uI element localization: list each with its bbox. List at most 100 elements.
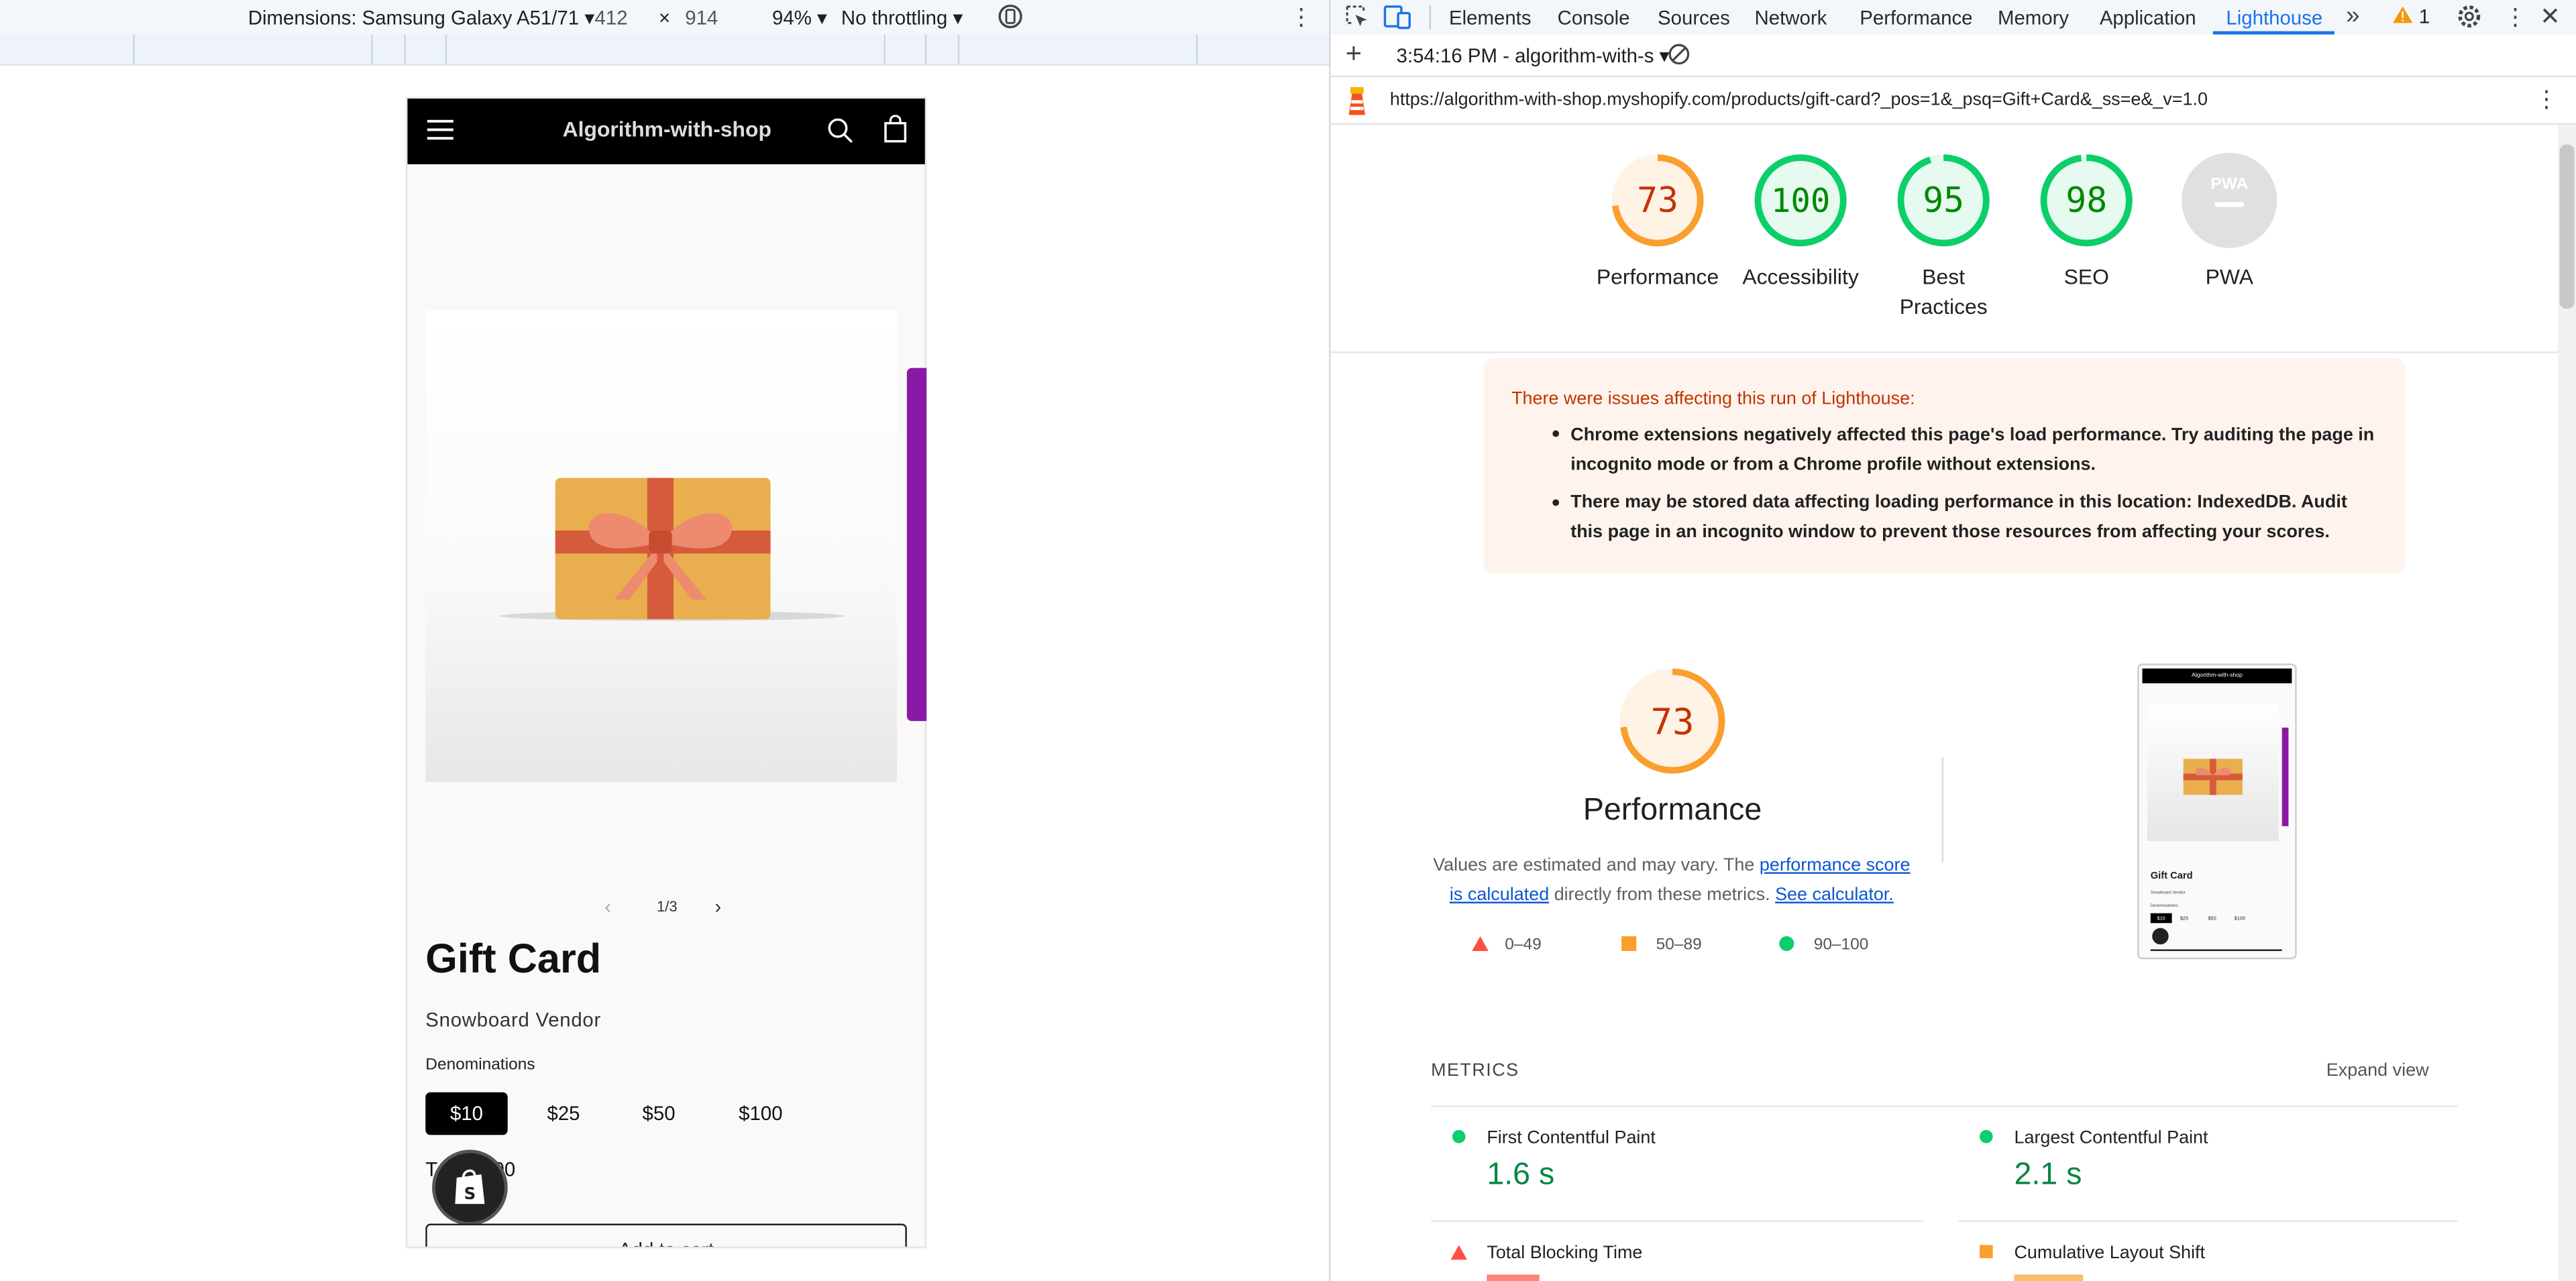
shopify-chat-button[interactable]: S [432, 1150, 508, 1225]
metrics-heading: METRICS [1431, 1061, 1519, 1081]
device-mode-icon[interactable] [1383, 3, 1413, 30]
menu-icon[interactable] [427, 118, 453, 141]
score-gauge-performance[interactable]: 73 [1609, 151, 1707, 249]
clear-icon[interactable] [1668, 43, 1690, 66]
svg-text:S: S [464, 1184, 476, 1203]
phone-viewport: Algorithm-with-shop ‹ 1/3 › Gift Card Sn… [405, 97, 927, 1249]
score-gauges: 73 Performance 100 Accessibility 95 Best Prac… [1330, 125, 2559, 353]
metric-title: Largest Contentful Paint [2014, 1128, 2208, 1148]
report-scrollbar[interactable] [2558, 125, 2576, 1281]
score-gauge-accessibility[interactable]: 100 [1752, 151, 1850, 249]
tab-application[interactable]: Application [2100, 7, 2196, 30]
zoom-select[interactable]: 94% ▾ [772, 7, 827, 30]
metric-value: 2.1 s [2014, 1158, 2082, 1192]
customize-menu-icon[interactable]: ⋮ [2504, 3, 2526, 32]
score-gauge-best-practices[interactable]: 95 [1894, 151, 1993, 249]
gift-card-illustration [499, 478, 845, 621]
gauge-score: 73 [1637, 180, 1678, 221]
metric-value-clipped [1487, 1274, 1540, 1281]
report-url-bar: https://algorithm-with-shop.myshopify.co… [1330, 77, 2576, 125]
warning-indicator[interactable]: 1 [2392, 5, 2430, 28]
settings-gear-icon[interactable] [2456, 3, 2482, 30]
tab-elements[interactable]: Elements [1449, 7, 1532, 30]
search-icon[interactable] [826, 117, 855, 145]
gauge-score: 73 [1651, 701, 1695, 743]
product-image[interactable] [425, 310, 898, 782]
metric-title: Total Blocking Time [1487, 1243, 1643, 1264]
lighthouse-report: 73 Performance 100 Accessibility 95 Best Prac… [1330, 125, 2559, 1281]
report-menu-icon[interactable]: ⋮ [2535, 85, 2558, 113]
gauge-label: SEO [2063, 264, 2109, 290]
gauge-label: PWA [2205, 264, 2253, 290]
warning-item: Chrome extensions negatively affected th… [1570, 425, 2375, 475]
metric-value-clipped [2014, 1274, 2084, 1281]
denomination-option[interactable]: $100 [720, 1093, 802, 1135]
tab-memory[interactable]: Memory [1998, 7, 2069, 30]
times-sign: × [659, 6, 671, 30]
width-input[interactable]: 412 [595, 7, 628, 30]
report-url[interactable]: https://algorithm-with-shop.myshopify.co… [1390, 91, 2208, 110]
next-slide-icon[interactable]: › [714, 895, 721, 918]
gauge-score: 98 [2065, 180, 2107, 221]
warning-item: There may be stored data affecting loadi… [1570, 492, 2347, 543]
final-screenshot-thumbnail[interactable]: Algorithm-with-shop Gift Card Snowboard … [2137, 663, 2297, 960]
circle-icon [1779, 936, 1794, 951]
tab-lighthouse[interactable]: Lighthouse [2226, 7, 2322, 30]
square-icon [1621, 936, 1637, 951]
shop-header: Algorithm-with-shop [407, 98, 925, 164]
metric-status-icon [1450, 1245, 1467, 1260]
inspect-icon[interactable] [1344, 3, 1370, 30]
tab-console[interactable]: Console [1558, 7, 1630, 30]
denomination-option[interactable]: $50 [618, 1093, 700, 1135]
performance-description: Values are estimated and may vary. The p… [1433, 855, 1911, 905]
tab-performance[interactable]: Performance [1860, 7, 1972, 30]
more-tabs-icon[interactable]: » [2346, 1, 2359, 30]
extension-side-tab[interactable] [906, 368, 927, 722]
warning-title: There were issues affecting this run of … [1511, 389, 1915, 409]
cart-icon[interactable] [882, 115, 908, 144]
metric-value: 1.6 s [1487, 1158, 1555, 1192]
lighthouse-toolbar: + 3:54:16 PM - algorithm-with-s ▾ [1330, 36, 2576, 78]
tab-sources[interactable]: Sources [1658, 7, 1730, 30]
metric-title: First Contentful Paint [1487, 1128, 1656, 1148]
lighthouse-icon [1344, 84, 1370, 117]
pwa-badge-text: PWA [2210, 175, 2248, 193]
warning-box: There were issues affecting this run of … [1483, 357, 2406, 573]
denomination-option[interactable]: $10 [425, 1092, 508, 1135]
gauge-label: Best Practices [1899, 264, 1988, 319]
triangle-icon [1472, 936, 1489, 951]
site-title[interactable]: Algorithm-with-shop [506, 117, 828, 142]
throttle-select[interactable]: No throttling ▾ [841, 7, 963, 30]
slide-counter: 1/3 [656, 898, 678, 915]
report-select[interactable]: 3:54:16 PM - algorithm-with-s ▾ [1397, 44, 1670, 67]
score-gauge-seo[interactable]: 98 [2037, 151, 2136, 249]
legend-average: 50–89 [1621, 936, 1702, 954]
tab-network[interactable]: Network [1755, 7, 1827, 30]
performance-title: Performance [1582, 793, 1762, 828]
legend-pass: 90–100 [1779, 936, 1868, 954]
device-toolbar: Dimensions: Samsung Galaxy A51/71 ▾ 412 … [0, 0, 1330, 35]
metric-status-icon [1980, 1245, 1993, 1258]
device-select[interactable]: Dimensions: Samsung Galaxy A51/71 ▾ [248, 7, 594, 30]
denomination-option[interactable]: $25 [523, 1093, 604, 1135]
product-title: Gift Card [425, 936, 602, 983]
rotate-icon[interactable] [996, 1, 1025, 31]
metric-status-icon [1980, 1129, 1993, 1144]
expand-view-toggle[interactable]: Expand view [2326, 1061, 2429, 1080]
performance-gauge-large[interactable]: 73 [1618, 667, 1727, 775]
close-devtools-icon[interactable]: ✕ [2540, 1, 2561, 32]
legend-fail: 0–49 [1472, 936, 1542, 954]
gauge-score: 100 [1771, 182, 1830, 220]
gauge-label: Accessibility [1742, 264, 1859, 290]
see-calculator-link[interactable]: See calculator. [1775, 885, 1894, 905]
metric-status-icon [1452, 1129, 1466, 1144]
vendor: Snowboard Vendor [425, 1008, 602, 1032]
devtools-tabbar: Elements Console Sources Network Perform… [1330, 0, 2576, 35]
add-to-cart-button[interactable]: Add to cart [425, 1223, 907, 1247]
height-input[interactable]: 914 [685, 7, 718, 30]
new-report-icon[interactable]: + [1346, 38, 1362, 70]
gauge-label: Performance [1596, 264, 1719, 290]
score-gauge-pwa[interactable]: PWA [2180, 151, 2279, 249]
prev-slide-icon[interactable]: ‹ [604, 895, 611, 918]
more-options-icon[interactable]: ⋮ [1289, 3, 1312, 32]
